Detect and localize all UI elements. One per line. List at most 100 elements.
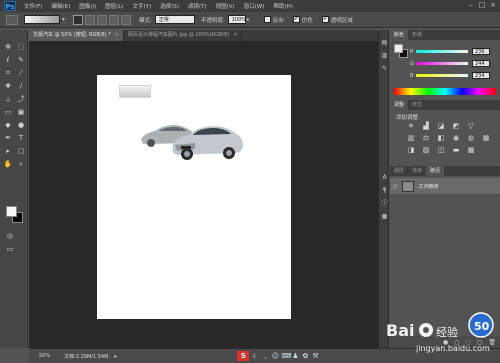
photo-filter-icon[interactable]: ◉	[451, 134, 461, 142]
r-value-input[interactable]: 236	[472, 48, 490, 55]
shape-tool-icon[interactable]: ▢	[15, 146, 27, 157]
tab-color[interactable]: 颜色	[390, 30, 409, 40]
r-slider-track[interactable]	[416, 50, 468, 53]
radial-gradient-button[interactable]	[85, 14, 96, 25]
tab-styles[interactable]: 样式	[408, 100, 426, 110]
path-select-tool-icon[interactable]: ▸	[2, 146, 14, 157]
close-icon[interactable]: ×	[233, 32, 237, 38]
b-value-input[interactable]: 234	[472, 72, 490, 79]
curves-icon[interactable]: ◪	[436, 122, 446, 130]
g-slider-track[interactable]	[416, 62, 468, 65]
reflected-gradient-button[interactable]	[109, 14, 120, 25]
menu-type[interactable]: 文字(Y)	[133, 2, 152, 10]
dither-checkbox[interactable]	[292, 14, 300, 23]
punctuation-icon[interactable]: ,	[261, 352, 269, 360]
screen-mode-icon[interactable]: ▭	[4, 244, 16, 255]
menu-edit[interactable]: 编辑(E)	[51, 2, 70, 10]
path-name[interactable]: 工作路径	[418, 183, 438, 190]
color-spectrum-bar[interactable]	[394, 88, 496, 95]
pen-tool-icon[interactable]: ✒	[2, 133, 14, 144]
user-icon[interactable]: ♟	[291, 352, 299, 360]
menu-file[interactable]: 文件(F)	[24, 2, 42, 10]
stamp-tool-icon[interactable]: ⊥	[2, 94, 14, 105]
gradient-tool-icon[interactable]: ▣	[15, 107, 27, 118]
tab-adjustments[interactable]: 调整	[390, 100, 409, 110]
wrench-icon[interactable]: ⚒	[311, 352, 319, 360]
notes-icon[interactable]: ▦	[380, 212, 389, 221]
g-value-input[interactable]: 244	[472, 60, 490, 67]
tab-document-1[interactable]: 华晨汽车 @ 50% (按钮, RGB/8) * ×	[29, 30, 124, 41]
menu-window[interactable]: 窗口(W)	[244, 2, 265, 10]
properties-icon[interactable]: ▥	[380, 51, 389, 60]
opacity-input[interactable]: 100%	[227, 15, 246, 24]
move-tool-icon[interactable]: ✥	[2, 42, 14, 53]
exposure-icon[interactable]: ◩	[451, 122, 461, 130]
slider-g[interactable]: G 244	[410, 60, 490, 67]
foreground-chip[interactable]	[394, 44, 403, 53]
paragraph-icon[interactable]: ¶	[380, 186, 389, 195]
skin-icon[interactable]: ✿	[301, 352, 309, 360]
levels-icon[interactable]: ▟	[421, 122, 431, 130]
reverse-checkbox[interactable]	[263, 16, 271, 23]
color-lookup-icon[interactable]: ▦	[481, 134, 491, 142]
threshold-icon[interactable]: ◫	[436, 146, 446, 154]
quick-mask-icon[interactable]: ◎	[4, 231, 16, 242]
posterize-icon[interactable]: ▨	[421, 146, 431, 154]
maximize-button[interactable]: □	[477, 1, 487, 10]
eraser-tool-icon[interactable]: ▭	[2, 107, 14, 118]
selective-color-icon[interactable]: ▩	[466, 146, 476, 154]
type-tool-icon[interactable]: T	[15, 133, 27, 144]
zoom-level[interactable]: 50%	[39, 353, 50, 359]
button-layer-shape[interactable]	[119, 85, 151, 98]
gradient-editor-swatch[interactable]	[24, 15, 60, 24]
history-icon[interactable]: ▤	[380, 38, 389, 47]
slider-r[interactable]: R 236	[410, 48, 490, 55]
hand-tool-icon[interactable]: ✋	[2, 159, 14, 170]
marquee-tool-icon[interactable]: ⬚	[15, 42, 27, 53]
quick-select-tool-icon[interactable]: ✎	[15, 55, 27, 66]
mode-select[interactable]: 正常	[154, 15, 195, 24]
document-canvas[interactable]	[97, 75, 291, 319]
blur-tool-icon[interactable]: ◆	[2, 120, 14, 131]
tab-channels[interactable]: 通道	[408, 166, 426, 176]
path-row[interactable]: ◇ 工作路径	[390, 178, 500, 194]
brightness-icon[interactable]: ☀	[406, 122, 416, 130]
tab-paths[interactable]: 路径	[426, 166, 445, 176]
diamond-gradient-button[interactable]	[121, 14, 132, 25]
transparency-checkbox[interactable]	[321, 14, 329, 23]
menu-filter[interactable]: 滤镜(T)	[188, 2, 207, 10]
menu-view[interactable]: 视图(V)	[216, 2, 235, 10]
close-icon[interactable]: ×	[115, 32, 119, 38]
minimize-button[interactable]: –	[466, 1, 476, 10]
close-button[interactable]: ×	[488, 1, 498, 10]
hue-sat-icon[interactable]: ▥	[406, 134, 416, 142]
bw-icon[interactable]: ◧	[436, 134, 446, 142]
keyboard-icon[interactable]: ⌨	[281, 352, 291, 360]
b-slider-track[interactable]	[416, 74, 468, 77]
color-balance-icon[interactable]: ⚖	[421, 134, 431, 142]
history-brush-tool-icon[interactable]: ⤴	[15, 94, 27, 105]
tab-swatches[interactable]: 色板	[408, 30, 426, 40]
vibrance-icon[interactable]: ▽	[466, 122, 476, 130]
menu-layer[interactable]: 图层(L)	[105, 2, 123, 10]
eyedropper-tool-icon[interactable]: ⁄	[15, 68, 27, 79]
healing-tool-icon[interactable]: ✚	[2, 81, 14, 92]
lasso-tool-icon[interactable]: ℓ	[2, 55, 14, 66]
tab-document-2[interactable]: 网页设计课程汽车图片.jpg @ 100%(RGB/8) ×	[123, 30, 243, 41]
channel-mixer-icon[interactable]: ◍	[466, 134, 476, 142]
foreground-color-swatch[interactable]	[6, 206, 17, 217]
angle-gradient-button[interactable]	[97, 14, 108, 25]
zoom-tool-icon[interactable]: ⌕	[15, 159, 27, 170]
info-icon[interactable]: ⓘ	[380, 199, 389, 208]
canvas-area[interactable]	[29, 41, 378, 348]
gradient-map-icon[interactable]: ▬	[451, 146, 461, 154]
sogou-ime-icon[interactable]: S	[237, 351, 250, 361]
dodge-tool-icon[interactable]: ●	[15, 120, 27, 131]
color-chips[interactable]	[394, 44, 408, 58]
chevron-right-icon[interactable]: ▸	[114, 353, 117, 360]
brush-tool-icon[interactable]: ∕	[15, 81, 27, 92]
moon-icon[interactable]: ☾	[251, 352, 259, 360]
tab-layers[interactable]: 图层	[390, 166, 408, 176]
slider-b[interactable]: B 234	[410, 72, 490, 79]
menu-select[interactable]: 选择(S)	[160, 2, 179, 10]
